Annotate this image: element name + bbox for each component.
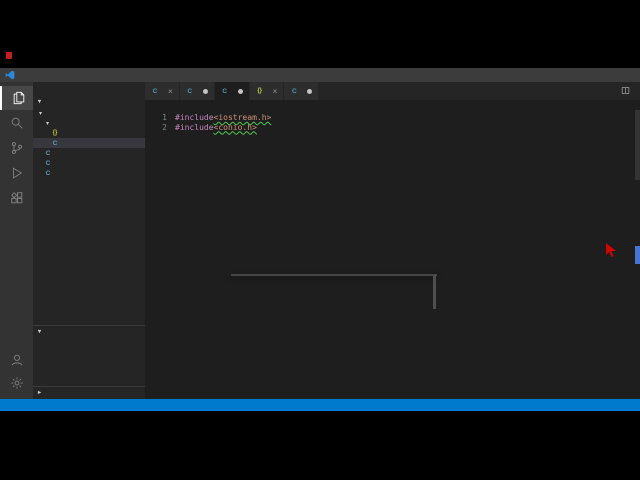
code-lines: 1 #include<iostream.h> 2 #include<conio.h> (145, 113, 570, 132)
title-bar (0, 68, 640, 82)
tab-thir[interactable]: C (284, 82, 320, 100)
tab-first-code[interactable]: C × (145, 82, 180, 100)
recording-indicator (6, 52, 12, 59)
c-file-icon: C (291, 87, 297, 95)
vscode-logo-icon (5, 70, 15, 80)
tab-2[interactable]: C (179, 82, 215, 100)
split-editor-icon[interactable] (621, 86, 630, 97)
tree-item-c-program[interactable]: ▾ (33, 108, 145, 118)
line-number: 1 (162, 113, 167, 122)
line-number: 2 (162, 122, 167, 132)
json-file-icon: {} (257, 88, 262, 94)
chevron-down-icon: ▾ (45, 120, 49, 127)
tab-c[interactable]: C (214, 82, 250, 100)
dirty-dot-icon[interactable] (202, 88, 208, 94)
code-line: 1 #include<iostream.h> (145, 113, 570, 123)
c-file-icon: C (187, 87, 193, 95)
close-button[interactable] (623, 68, 640, 82)
window-controls (589, 68, 640, 82)
pointer-arrow (605, 243, 619, 259)
tree-item-thir[interactable]: C (33, 168, 145, 178)
chevron-down-icon: ▾ (37, 99, 41, 105)
tree-item-c-cpp-properties-json[interactable]: {} (33, 128, 145, 138)
scrollbar[interactable] (635, 110, 640, 180)
chevron-down-icon: ▾ (38, 110, 42, 117)
editor-group: C × C C{} × C 1 #include<iostream.h> 2 #include<… (145, 82, 640, 399)
video-frame: ▾ ▾ ▾{} C C C C ▾ ▸ C × C C {} × C 1 #in… (0, 0, 640, 480)
tree-item-2[interactable]: C (33, 148, 145, 158)
code-editor[interactable]: 1 #include<iostream.h> 2 #include<conio.h> (145, 110, 640, 399)
c-file-icon: C (45, 169, 51, 177)
outline-section: ▾ (33, 325, 145, 344)
account-icon[interactable] (0, 348, 33, 372)
explorer-sidebar: ▾ ▾ ▾{} C C C C ▾ ▸ (33, 82, 145, 399)
c-file-icon: C (45, 149, 51, 157)
maximize-button[interactable] (606, 68, 623, 82)
status-bar (0, 399, 640, 411)
overview-ruler-cursor-marker (635, 246, 640, 264)
editor-actions (616, 82, 640, 100)
vscode-window: ▾ ▾ ▾{} C C C C ▾ ▸ C × C C {} × C 1 #in… (0, 68, 640, 411)
json-file-icon: {} (52, 130, 58, 136)
minimize-button[interactable] (589, 68, 606, 82)
timeline-section: ▸ (33, 386, 145, 399)
tab-c-cpp-properties-json[interactable]: {} × (249, 82, 285, 100)
file-tree: ▾ ▾{} C C C C (33, 108, 145, 178)
explorer-icon[interactable] (0, 86, 35, 110)
outline-message (33, 338, 145, 344)
suggest-scrollbar[interactable] (433, 275, 436, 309)
c-file-icon: C (45, 159, 51, 167)
close-icon[interactable]: × (168, 87, 173, 96)
c-file-icon: C (152, 87, 158, 95)
search-icon[interactable] (0, 111, 33, 135)
chevron-down-icon: ▾ (37, 329, 41, 335)
settings-icon[interactable] (0, 371, 33, 395)
run-debug-icon[interactable] (0, 161, 33, 185)
tab-bar-row: C × C C{} × C (145, 82, 640, 100)
suggest-widget (231, 274, 437, 309)
tree-item-vscode[interactable]: ▾ (33, 118, 145, 128)
code-text: #include<conio.h> (175, 122, 257, 132)
sidebar-title-row (33, 82, 145, 96)
timeline-header[interactable]: ▸ (33, 387, 145, 399)
code-text: #include<iostream.h> (175, 113, 272, 122)
code-line: 2 #include<conio.h> (145, 123, 570, 133)
tree-item-first-code[interactable]: C (33, 158, 145, 168)
dirty-dot-icon[interactable] (307, 88, 313, 94)
breadcrumb[interactable] (145, 100, 640, 110)
extensions-icon[interactable] (0, 186, 33, 210)
chevron-right-icon: ▸ (37, 390, 41, 396)
c-file-icon: C (52, 139, 58, 147)
c-file-icon: C (222, 87, 228, 95)
workspace-section-header[interactable]: ▾ (33, 96, 145, 108)
activity-bar (0, 82, 35, 399)
outline-header[interactable]: ▾ (33, 326, 145, 338)
dirty-dot-icon[interactable] (237, 88, 243, 94)
close-icon[interactable]: × (273, 87, 278, 96)
tab-bar: C × C C{} × C (145, 82, 320, 100)
tree-item-c[interactable]: C (33, 138, 145, 148)
source-control-icon[interactable] (0, 136, 33, 160)
workbench: ▾ ▾ ▾{} C C C C ▾ ▸ C × C C {} × C 1 #in… (0, 82, 640, 399)
